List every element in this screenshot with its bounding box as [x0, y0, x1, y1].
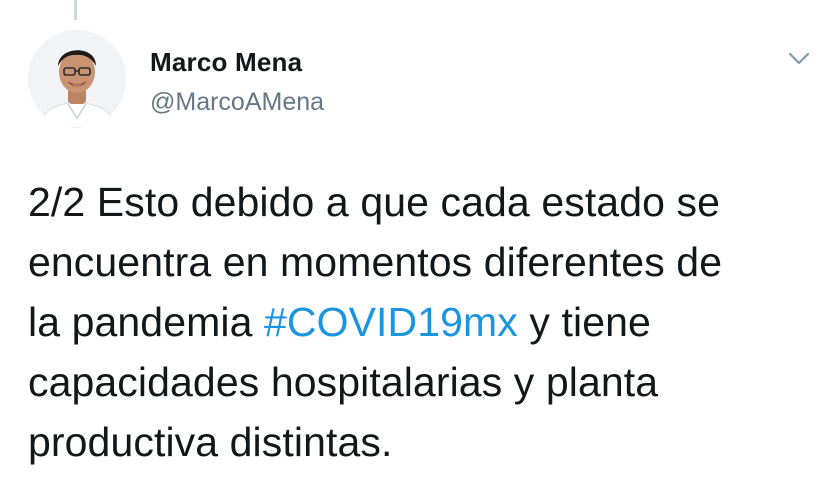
- hashtag-link[interactable]: #COVID19mx: [264, 299, 518, 345]
- tweet-text: 2/2 Esto debido a que cada estado se enc…: [28, 172, 828, 472]
- tweet-line: la pandemia #COVID19mx y tiene: [28, 292, 828, 352]
- tweet-text-segment: la pandemia: [28, 299, 264, 345]
- tweet-line: capacidades hospitalarias y planta: [28, 359, 659, 405]
- tweet-line: encuentra en momentos diferentes de: [28, 239, 723, 285]
- avatar[interactable]: [28, 30, 126, 128]
- tweet-line: 2/2 Esto debido a que cada estado se: [28, 179, 721, 225]
- tweet-line: productiva distintas.: [28, 419, 393, 465]
- thread-connector-line: [74, 0, 77, 20]
- author-name[interactable]: Marco Mena: [150, 47, 302, 78]
- tweet-text-segment: y tiene: [517, 299, 651, 345]
- chevron-down-icon: [788, 52, 810, 65]
- tweet-menu-button[interactable]: [784, 44, 814, 74]
- profile-photo-icon: [28, 30, 126, 128]
- author-handle[interactable]: @MarcoAMena: [150, 88, 324, 117]
